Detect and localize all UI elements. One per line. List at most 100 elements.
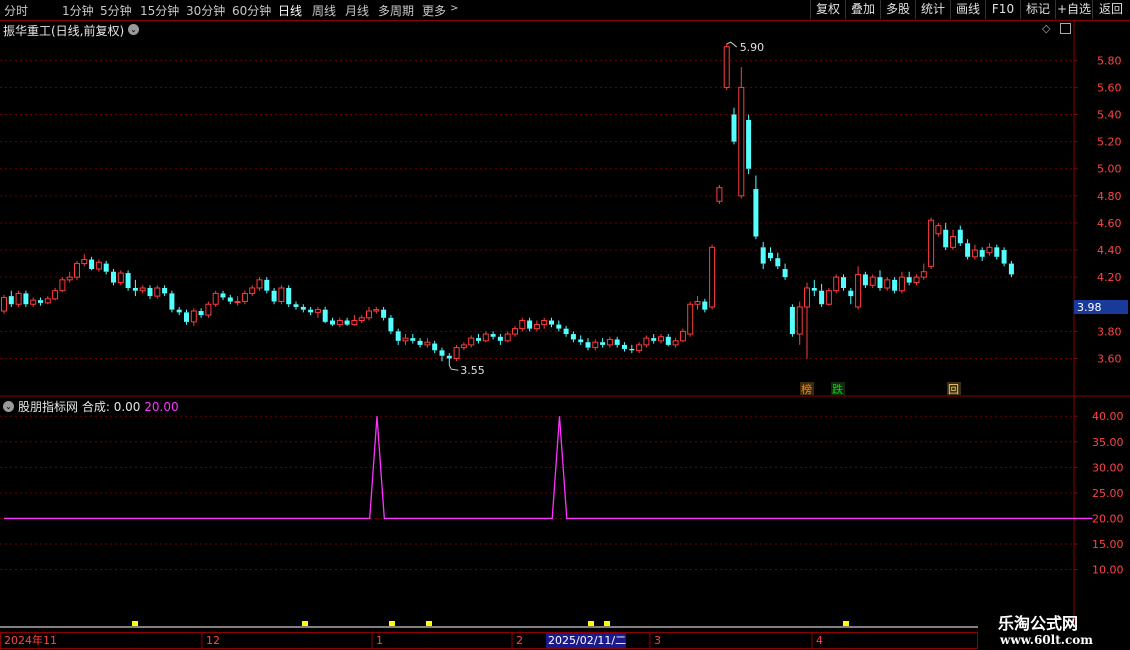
indicator-line [4, 416, 1093, 520]
price-tick-label: 3.80 [1097, 325, 1122, 338]
candle-body [417, 340, 423, 345]
candle-body [381, 309, 387, 318]
candle-body [476, 338, 481, 341]
candle-body [366, 310, 372, 319]
candle-body [906, 277, 912, 283]
candle-body [592, 341, 599, 349]
candle-body [841, 277, 846, 288]
candle-body [38, 300, 43, 303]
candle-body [111, 271, 116, 283]
candle-body [95, 261, 102, 270]
candle-body [453, 347, 460, 359]
candle-body [986, 246, 993, 254]
candle-body [154, 287, 161, 297]
candle-body [103, 263, 109, 272]
candle-body [651, 338, 657, 341]
candle-body [819, 290, 825, 305]
candle-body [658, 336, 664, 342]
candle-body [66, 276, 73, 281]
candle-body [549, 320, 554, 325]
marker-list: 榜 跌 回 [800, 382, 961, 396]
price-tick-label: 4.40 [1097, 244, 1122, 257]
candle-body [753, 189, 759, 237]
candle-body [965, 243, 971, 257]
candle-body [716, 187, 723, 202]
candle-body [212, 292, 219, 305]
signal-dot [843, 621, 849, 626]
candle-body [336, 320, 343, 326]
high-price-label: 5.90 [740, 41, 765, 54]
candle-body [672, 340, 679, 346]
candle-body [702, 301, 708, 310]
candle-body [913, 276, 920, 284]
signal-dot [389, 621, 395, 626]
low-pointer [448, 365, 459, 371]
candle-body [775, 258, 781, 267]
indicator-chart[interactable]: 40.00 35.00 30.00 25.00 20.00 15.00 10.00 [0, 396, 1130, 650]
candle-body [723, 46, 730, 88]
candle-body [855, 273, 862, 308]
candle-body [578, 339, 584, 343]
candle-body [117, 272, 124, 284]
candle-body [147, 287, 153, 297]
price-tick-label: 3.60 [1097, 352, 1122, 365]
candle-body [395, 331, 401, 341]
candle-body [527, 320, 533, 329]
candle-body [811, 287, 817, 291]
candle-body [731, 114, 737, 142]
indicator-tick-label: 10.00 [1092, 564, 1124, 577]
candle-body [746, 119, 752, 169]
candle-body [519, 320, 526, 330]
candle-series [1, 41, 1014, 371]
candle-body [1001, 250, 1007, 264]
candle-body [629, 348, 635, 351]
indicator-axis: 40.00 35.00 30.00 25.00 20.00 15.00 10.00 [1074, 410, 1124, 577]
time-label-feb: 2 [516, 634, 523, 647]
candle-body [220, 293, 226, 298]
time-label-nov: 2024年11 [4, 633, 57, 647]
candle-body [184, 312, 189, 322]
indicator-tick-label: 35.00 [1092, 436, 1124, 449]
candle-body [877, 277, 883, 288]
candle-body [600, 342, 606, 345]
candle-body [81, 259, 88, 265]
candle-body [30, 299, 37, 305]
candle-body [892, 279, 898, 291]
candle-body [256, 279, 263, 289]
signal-dot [426, 621, 432, 626]
signal-dot [132, 621, 138, 626]
candle-body [614, 339, 620, 345]
marker-return: 回 [948, 383, 959, 396]
candle-body [935, 225, 942, 235]
candle-body [950, 235, 956, 248]
candle-body [271, 290, 277, 302]
candle-body [533, 324, 540, 330]
time-label-dec: 12 [206, 634, 220, 647]
signal-dot [302, 621, 308, 626]
candle-body [490, 334, 496, 337]
candle-body [833, 276, 840, 292]
candle-body [825, 290, 832, 305]
candle-body [848, 290, 854, 297]
candle-body [439, 350, 445, 356]
candle-body [446, 355, 452, 359]
price-tick-label: 5.40 [1097, 109, 1122, 122]
candle-body [227, 297, 233, 302]
indicator-tick-label: 20.00 [1092, 512, 1124, 525]
candlestick-chart[interactable]: 5.80 5.60 5.40 5.20 5.00 4.80 4.60 4.40 4.20 3.80… [0, 0, 1130, 398]
candle-body [169, 293, 175, 310]
time-axis: 2024年11 12 1 2 2025/02/11/二 3 4 [0, 632, 978, 649]
indicator-tick-label: 30.00 [1092, 461, 1124, 474]
candle-body [928, 219, 935, 267]
low-price-label: 3.55 [460, 364, 485, 377]
time-label-apr: 4 [816, 634, 823, 647]
candle-body [344, 320, 350, 325]
candle-body [460, 344, 467, 349]
candle-body [308, 309, 314, 313]
candle-body [497, 336, 503, 341]
signal-dot [588, 621, 594, 626]
candle-body [330, 320, 335, 325]
candle-body [622, 344, 627, 349]
candle-body [862, 274, 868, 286]
candle-body [198, 311, 204, 316]
